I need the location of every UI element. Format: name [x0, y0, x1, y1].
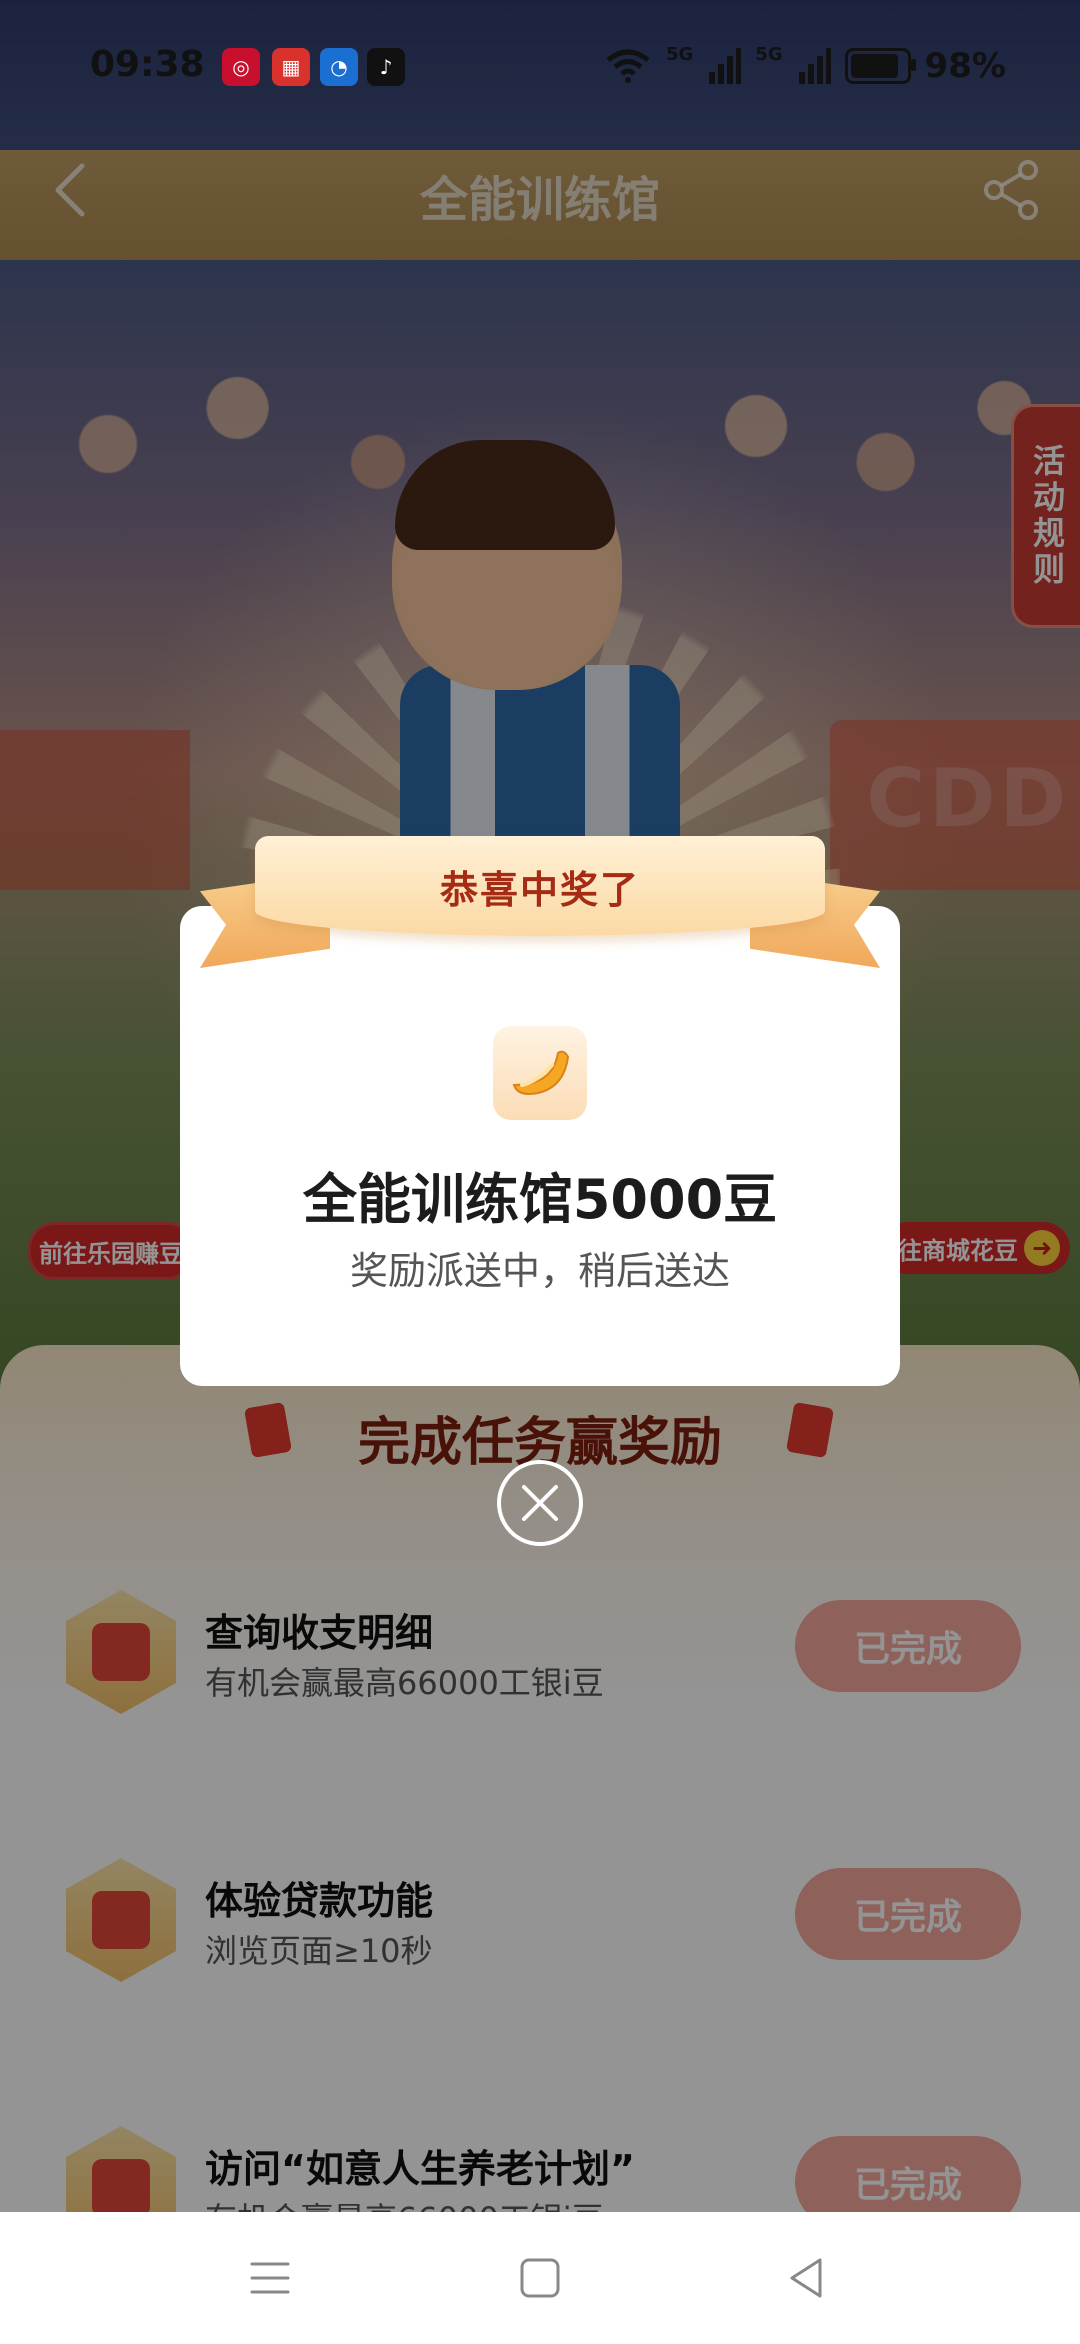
close-icon — [522, 1485, 558, 1521]
prize-subtitle: 奖励派送中，稍后送达 — [349, 1249, 730, 1293]
network-type-2: 5G — [755, 43, 783, 65]
ribbon-banner: 恭喜中奖了 — [255, 836, 825, 936]
prize-title: 全能训练馆5000豆 — [302, 1168, 778, 1231]
system-nav-bar — [0, 2212, 1080, 2344]
wifi-icon — [606, 49, 650, 83]
icbc-icon: ◎ — [222, 48, 260, 86]
news-icon: ▦ — [272, 48, 310, 86]
network-type-1: 5G — [665, 43, 694, 65]
status-bar: 09:38 ◎ ▦ ◔ ♪ 5G 5G 98% — [0, 0, 1080, 140]
signal-icon — [798, 48, 831, 84]
status-right-group: 5G 5G 98% — [604, 43, 1006, 86]
close-modal-button[interactable] — [497, 1460, 583, 1546]
battery-icon — [844, 48, 916, 84]
back-triangle-icon[interactable] — [780, 2252, 832, 2304]
congrats-ribbon: 恭喜中奖了 — [200, 836, 880, 986]
menu-icon[interactable] — [244, 2252, 296, 2304]
ribbon-text: 恭喜中奖了 — [439, 867, 640, 912]
tiktok-icon: ♪ — [367, 48, 405, 86]
battery-fill — [850, 54, 898, 78]
status-time: 09:38 — [90, 44, 205, 85]
battery-percent: 98% — [924, 46, 1006, 86]
bean-icon — [493, 1026, 587, 1120]
browser-icon: ◔ — [320, 48, 358, 86]
home-square-icon[interactable] — [514, 2252, 566, 2304]
signal-icon — [709, 48, 742, 84]
